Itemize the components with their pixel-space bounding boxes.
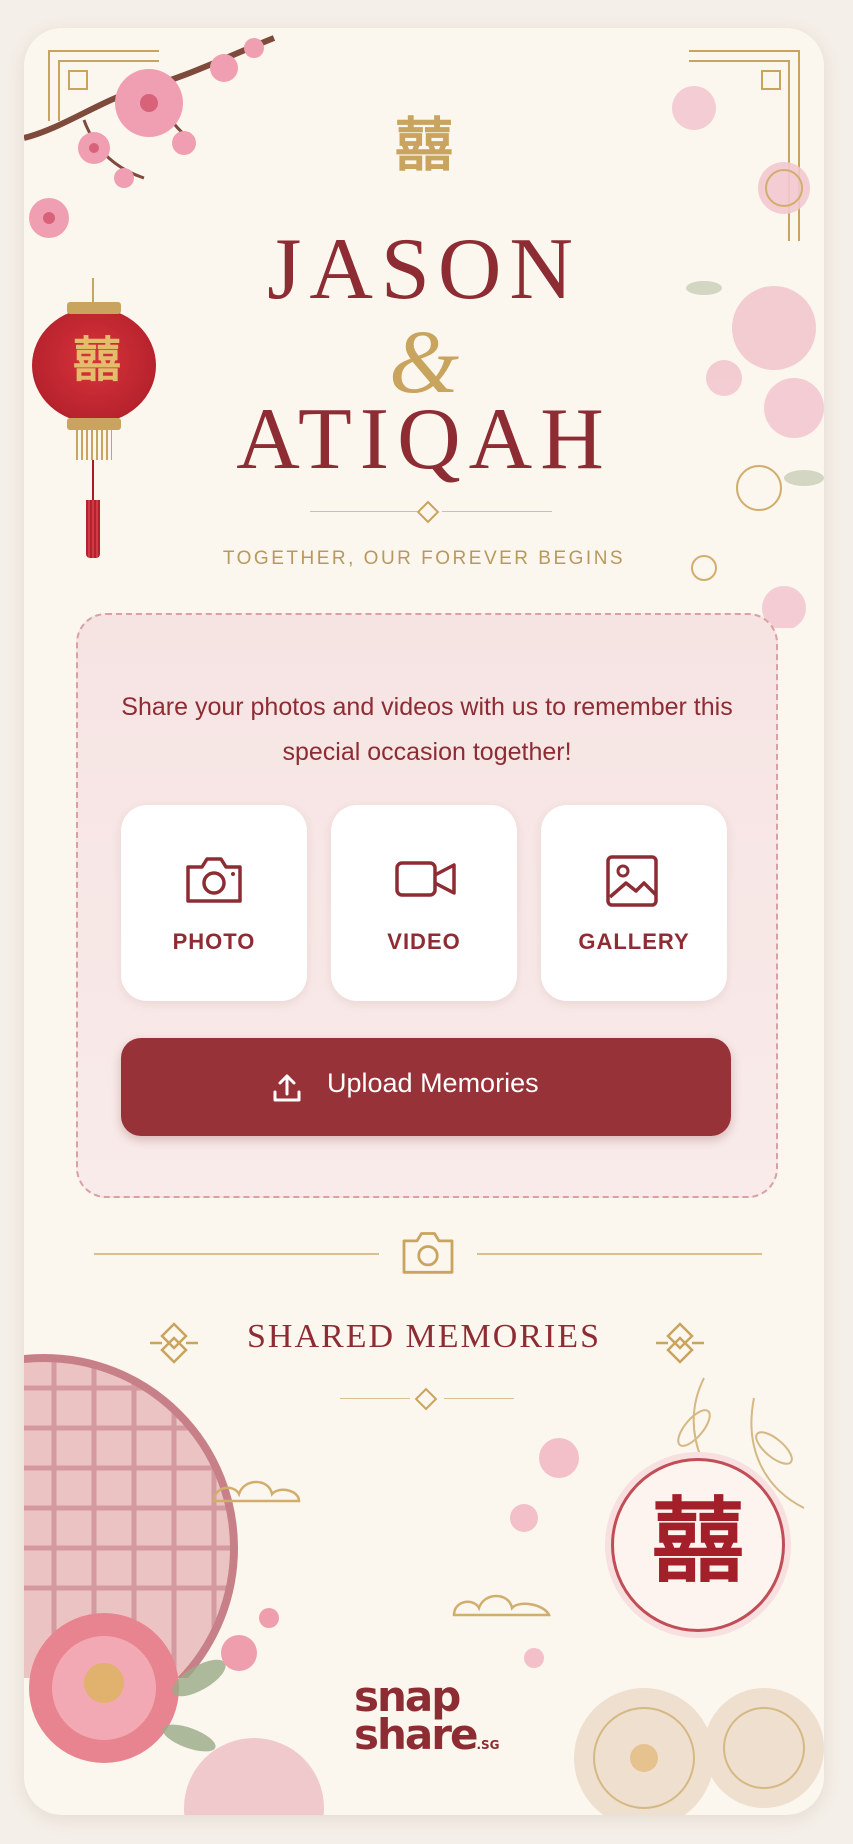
invitation-card: 囍 囍 JASON & ATIQAH TOGETHER, OUR FOREVER… <box>24 28 824 1815</box>
gallery-option-label: GALLERY <box>578 929 690 954</box>
bride-name: ATIQAH <box>236 391 612 488</box>
gallery-icon <box>606 855 658 907</box>
video-option-button[interactable]: VIDEO <box>331 805 517 1001</box>
upload-memories-label: Upload Memories <box>327 1068 539 1098</box>
divider-line-right <box>477 1253 762 1255</box>
double-happiness-emblem: 囍 <box>611 1458 785 1632</box>
peony-flower-illustration <box>29 1608 324 1815</box>
diamond-ornament-icon <box>416 500 440 524</box>
ornament-rule-right <box>442 511 552 512</box>
ornament-rule-left <box>310 511 420 512</box>
upload-panel: Share your photos and videos with us to … <box>76 613 778 1198</box>
camera-icon <box>186 857 242 903</box>
video-option-label: VIDEO <box>387 929 461 954</box>
video-icon <box>395 861 456 897</box>
double-happiness-symbol: 囍 <box>394 111 453 179</box>
upload-icon <box>273 1074 301 1102</box>
tagline: TOGETHER, OUR FOREVER BEGINS <box>222 548 626 569</box>
camera-icon <box>402 1232 454 1274</box>
diamond-ornament-icon <box>414 1387 438 1411</box>
panel-message: Share your photos and videos with us to … <box>121 693 733 766</box>
ornament-rule-left <box>340 1398 410 1399</box>
emblem-symbol: 囍 <box>651 1487 744 1595</box>
photo-option-button[interactable]: PHOTO <box>121 805 307 1001</box>
divider-line-left <box>94 1253 379 1255</box>
upload-memories-button[interactable]: Upload Memories <box>121 1038 731 1136</box>
photo-option-label: PHOTO <box>172 929 256 954</box>
groom-name: JASON <box>267 221 581 318</box>
corner-frame-ornament <box>48 50 159 121</box>
cloud-ornament-illustration <box>212 1480 301 1503</box>
snapshare-logo: snap share.SG <box>354 1672 500 1759</box>
gallery-option-button[interactable]: GALLERY <box>541 805 727 1001</box>
